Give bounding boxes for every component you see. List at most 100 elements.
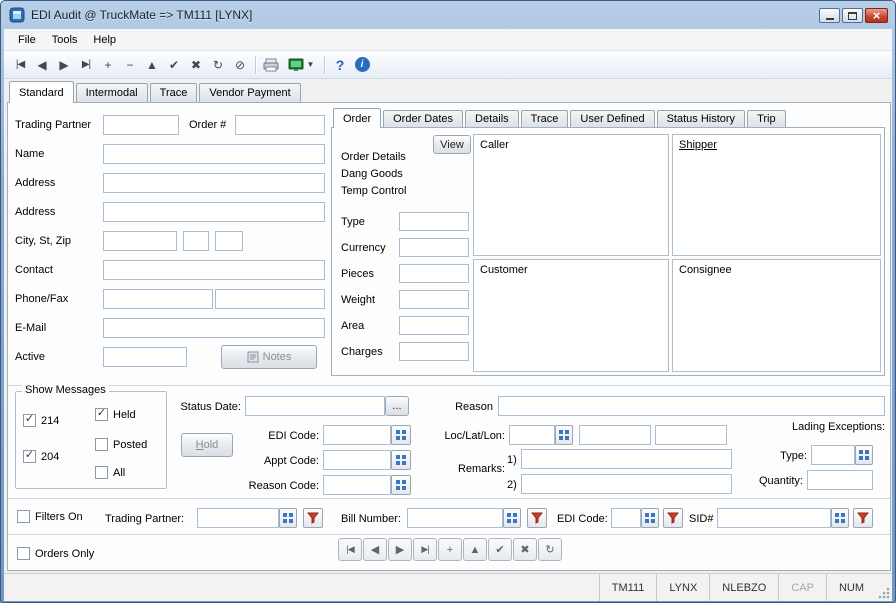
shipper-label[interactable]: Shipper — [679, 139, 717, 151]
status-date-picker-button[interactable]: ... — [385, 396, 409, 416]
filter-edi-code-lookup-button[interactable] — [641, 508, 659, 528]
tab-trip[interactable]: Trip — [747, 110, 786, 127]
reason-input[interactable] — [498, 396, 885, 416]
loc-lookup-button[interactable] — [555, 425, 573, 445]
filter-bill-number-lookup-button[interactable] — [503, 508, 521, 528]
lon-input[interactable] — [655, 425, 727, 445]
pieces-input[interactable] — [399, 264, 469, 283]
state-input[interactable] — [183, 231, 209, 251]
recnav-insert-button[interactable]: + — [438, 538, 462, 561]
type-input[interactable] — [399, 212, 469, 231]
remark1-input[interactable] — [521, 449, 732, 469]
view-button[interactable]: View — [433, 135, 471, 154]
help-button[interactable]: ? — [329, 54, 351, 76]
trading-partner-input[interactable] — [103, 115, 179, 135]
city-input[interactable] — [103, 231, 177, 251]
recnav-cancel-button[interactable]: ✖ — [513, 538, 537, 561]
lat-input[interactable] — [579, 425, 651, 445]
recnav-refresh-button[interactable]: ↻ — [538, 538, 562, 561]
filter-trading-partner-lookup-button[interactable] — [279, 508, 297, 528]
filter-sid-lookup-button[interactable] — [831, 508, 849, 528]
checkbox-214[interactable]: ✓ 214 — [23, 414, 59, 427]
phone-input[interactable] — [103, 289, 213, 309]
name-input[interactable] — [103, 144, 325, 164]
refresh-button[interactable]: ↻ — [207, 54, 229, 76]
status-date-input[interactable] — [245, 396, 385, 416]
filter-bill-number-clear-button[interactable] — [527, 508, 547, 528]
maximize-button[interactable] — [842, 8, 863, 23]
edi-code-lookup-button[interactable] — [391, 425, 411, 445]
nav-first-button[interactable]: |◀ — [9, 54, 31, 76]
order-no-input[interactable] — [235, 115, 325, 135]
checkbox-204[interactable]: ✓ 204 — [23, 450, 59, 463]
quantity-input[interactable] — [807, 470, 873, 490]
menu-file[interactable]: File — [10, 32, 44, 48]
filter-sid-clear-button[interactable] — [853, 508, 873, 528]
cancel-record-button[interactable]: ✖ — [185, 54, 207, 76]
reason-code-input[interactable] — [323, 475, 391, 495]
abort-refresh-button[interactable]: ⊘ — [229, 54, 251, 76]
tab-vendor-payment[interactable]: Vendor Payment — [199, 83, 300, 102]
tab-standard[interactable]: Standard — [9, 81, 74, 103]
filter-trading-partner-clear-button[interactable] — [303, 508, 323, 528]
address2-input[interactable] — [103, 202, 325, 222]
tab-user-defined[interactable]: User Defined — [570, 110, 654, 127]
weight-input[interactable] — [399, 290, 469, 309]
tab-details[interactable]: Details — [465, 110, 519, 127]
edit-record-button[interactable]: ▲ — [141, 54, 163, 76]
reason-code-lookup-button[interactable] — [391, 475, 411, 495]
recnav-last-button[interactable]: ▶| — [413, 538, 437, 561]
contact-input[interactable] — [103, 260, 325, 280]
remark2-input[interactable] — [521, 474, 732, 494]
filters-on-checkbox[interactable]: Filters On — [17, 510, 83, 523]
recnav-edit-button[interactable]: ▲ — [463, 538, 487, 561]
tab-order-dates[interactable]: Order Dates — [383, 110, 463, 127]
recnav-first-button[interactable]: |◀ — [338, 538, 362, 561]
post-record-button[interactable]: ✔ — [163, 54, 185, 76]
insert-record-button[interactable]: + — [97, 54, 119, 76]
lading-type-input[interactable] — [811, 445, 855, 465]
menu-tools[interactable]: Tools — [44, 32, 86, 48]
loc-input[interactable] — [509, 425, 555, 445]
recnav-prior-button[interactable]: ◀ — [363, 538, 387, 561]
checkbox-held[interactable]: ✓ Held — [95, 408, 136, 421]
tab-intermodal[interactable]: Intermodal — [76, 83, 148, 102]
currency-input[interactable] — [399, 238, 469, 257]
nav-next-button[interactable]: ▶ — [53, 54, 75, 76]
nav-last-button[interactable]: ▶| — [75, 54, 97, 76]
area-input[interactable] — [399, 316, 469, 335]
active-input[interactable] — [103, 347, 187, 367]
checkbox-posted[interactable]: Posted — [95, 438, 147, 451]
hold-button[interactable]: Hold — [181, 433, 233, 457]
nav-prior-button[interactable]: ◀ — [31, 54, 53, 76]
email-input[interactable] — [103, 318, 325, 338]
delete-record-button[interactable]: − — [119, 54, 141, 76]
filter-sid-input[interactable] — [717, 508, 831, 528]
lading-type-lookup-button[interactable] — [855, 445, 873, 465]
filter-edi-code-clear-button[interactable] — [663, 508, 683, 528]
address1-input[interactable] — [103, 173, 325, 193]
resize-grip[interactable] — [876, 574, 892, 601]
tab-order[interactable]: Order — [333, 108, 381, 128]
recnav-post-button[interactable]: ✔ — [488, 538, 512, 561]
filter-trading-partner-input[interactable] — [197, 508, 279, 528]
close-button[interactable] — [865, 8, 888, 23]
recnav-next-button[interactable]: ▶ — [388, 538, 412, 561]
menu-help[interactable]: Help — [85, 32, 124, 48]
minimize-button[interactable] — [819, 8, 840, 23]
tab-status-history[interactable]: Status History — [657, 110, 745, 127]
tab-trace[interactable]: Trace — [150, 83, 198, 102]
notes-button[interactable]: Notes — [221, 345, 317, 369]
zip-input[interactable] — [215, 231, 243, 251]
charges-input[interactable] — [399, 342, 469, 361]
orders-only-checkbox[interactable]: Orders Only — [17, 547, 94, 560]
appt-code-input[interactable] — [323, 450, 391, 470]
fax-input[interactable] — [215, 289, 325, 309]
filter-edi-code-input[interactable] — [611, 508, 641, 528]
filter-bill-number-input[interactable] — [407, 508, 503, 528]
print-button[interactable] — [260, 54, 282, 76]
view-mode-dropdown[interactable]: ▼ — [282, 54, 320, 76]
appt-code-lookup-button[interactable] — [391, 450, 411, 470]
checkbox-all[interactable]: All — [95, 466, 125, 479]
about-button[interactable]: i — [351, 54, 373, 76]
